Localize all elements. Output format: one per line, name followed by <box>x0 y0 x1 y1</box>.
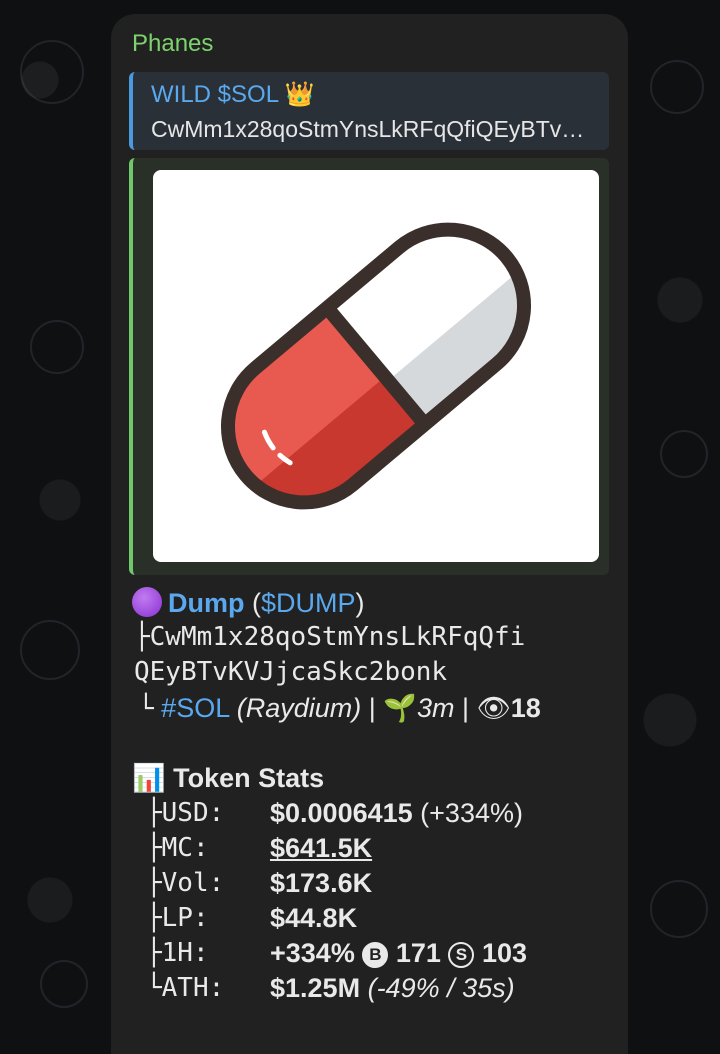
address-part1: CwMm1x28qoStmYnsLkRFqQfi <box>149 622 526 652</box>
symbol-close: ) <box>355 588 365 618</box>
stat-value-ath: $1.25M (-49% / 35s) <box>270 973 515 1004</box>
tree-branch: ├ <box>134 622 150 652</box>
stats-header-text: Token Stats <box>173 763 325 793</box>
stat-label-lp: ├LP: <box>146 903 209 933</box>
crown-icon: 👑 <box>284 81 315 108</box>
stat-value-usd: $0.0006415 (+334%) <box>270 798 523 829</box>
stat-label-mc: ├MC: <box>146 833 209 863</box>
token-symbol-link[interactable]: $DUMP <box>261 588 356 618</box>
address-part2: QEyBTvKVJjcaSkc2bonk <box>134 657 448 687</box>
tree-branch: ├ <box>146 798 162 828</box>
doodle-icon <box>40 960 88 1008</box>
token-name-link[interactable]: Dump <box>168 588 245 618</box>
stat-value-lp: $44.8K <box>270 903 357 934</box>
token-address-line1[interactable]: ├CwMm1x28qoStmYnsLkRFqQfi <box>134 622 525 652</box>
stat-label-vol: ├Vol: <box>146 868 224 898</box>
reply-title-text: WILD $SOL <box>151 81 279 108</box>
media-preview[interactable] <box>129 158 609 575</box>
buy-icon: B <box>362 942 389 968</box>
chain-hashtag[interactable]: #SOL <box>161 693 229 723</box>
stat-value-vol: $173.6K <box>270 868 372 899</box>
liquidity: $44.8K <box>270 903 358 933</box>
dex-name: (Raydium) <box>236 693 362 723</box>
doodle-icon <box>660 430 708 478</box>
stat-label: LP: <box>161 903 209 933</box>
separator: | <box>461 693 469 723</box>
tree-branch: ├ <box>146 868 162 898</box>
pill-capsule-icon[interactable] <box>153 170 599 562</box>
doodle-icon <box>20 620 80 680</box>
stat-label-usd: ├USD: <box>146 798 224 828</box>
price-usd: $0.0006415 <box>270 798 413 828</box>
doodle-icon <box>650 60 704 114</box>
stat-label: 1H: <box>161 938 209 968</box>
market-cap-link[interactable]: $641.5K <box>270 833 372 863</box>
tree-branch: ├ <box>146 903 162 933</box>
separator: | <box>368 693 376 723</box>
tree-branch: ├ <box>146 938 162 968</box>
token-age: 3m <box>416 693 455 723</box>
token-title: Dump ($DUMP) <box>132 587 365 619</box>
volume: $173.6K <box>270 868 373 898</box>
purple-circle-icon <box>132 587 162 617</box>
reply-title: WILD $SOL 👑 <box>151 80 315 109</box>
stat-label: ATH: <box>161 973 225 1003</box>
stat-value-mc[interactable]: $641.5K <box>270 833 372 864</box>
all-time-high: $1.25M <box>270 973 361 1003</box>
token-meta: └ #SOL (Raydium) | 🌱3m | 👁18 <box>138 692 541 724</box>
eye-icon: 👁 <box>476 693 511 723</box>
reply-preview[interactable]: WILD $SOL 👑 CwMm1x28qoStmYnsLkRFqQfiQEyB… <box>129 72 609 150</box>
ath-change: (-49% / 35s) <box>367 973 515 1003</box>
tree-branch: ├ <box>146 833 162 863</box>
token-address-line2[interactable]: QEyBTvKVJjcaSkc2bonk <box>134 657 447 687</box>
stat-label-ath: └ATH: <box>146 973 224 1003</box>
doodle-icon <box>650 880 708 938</box>
reply-text: CwMm1x28qoStmYnsLkRFqQfiQEyBTvKVJjcaSkc2… <box>151 116 591 142</box>
view-count: 18 <box>510 693 541 723</box>
hour-change: +334% <box>270 938 355 968</box>
token-stats-header: 📊 Token Stats <box>132 762 324 794</box>
symbol-open: ( <box>244 588 261 618</box>
stat-value-1h: +334% B 171 S 103 <box>270 938 527 969</box>
stat-label-1h: ├1H: <box>146 938 209 968</box>
tree-end: └ <box>138 694 154 724</box>
buy-count: 171 <box>395 938 441 968</box>
sell-count: 103 <box>481 938 528 968</box>
doodle-icon <box>20 40 84 104</box>
doodle-icon <box>30 320 84 374</box>
bar-chart-icon: 📊 <box>132 763 166 793</box>
stat-label: Vol: <box>161 868 225 898</box>
stat-label: MC: <box>161 833 209 863</box>
seedling-icon: 🌱 <box>383 693 417 723</box>
sender-name[interactable]: Phanes <box>132 30 213 58</box>
stat-label: USD: <box>161 798 225 828</box>
tree-branch: └ <box>146 973 162 1003</box>
price-change: (+334%) <box>420 798 523 828</box>
sell-icon: S <box>448 942 475 968</box>
